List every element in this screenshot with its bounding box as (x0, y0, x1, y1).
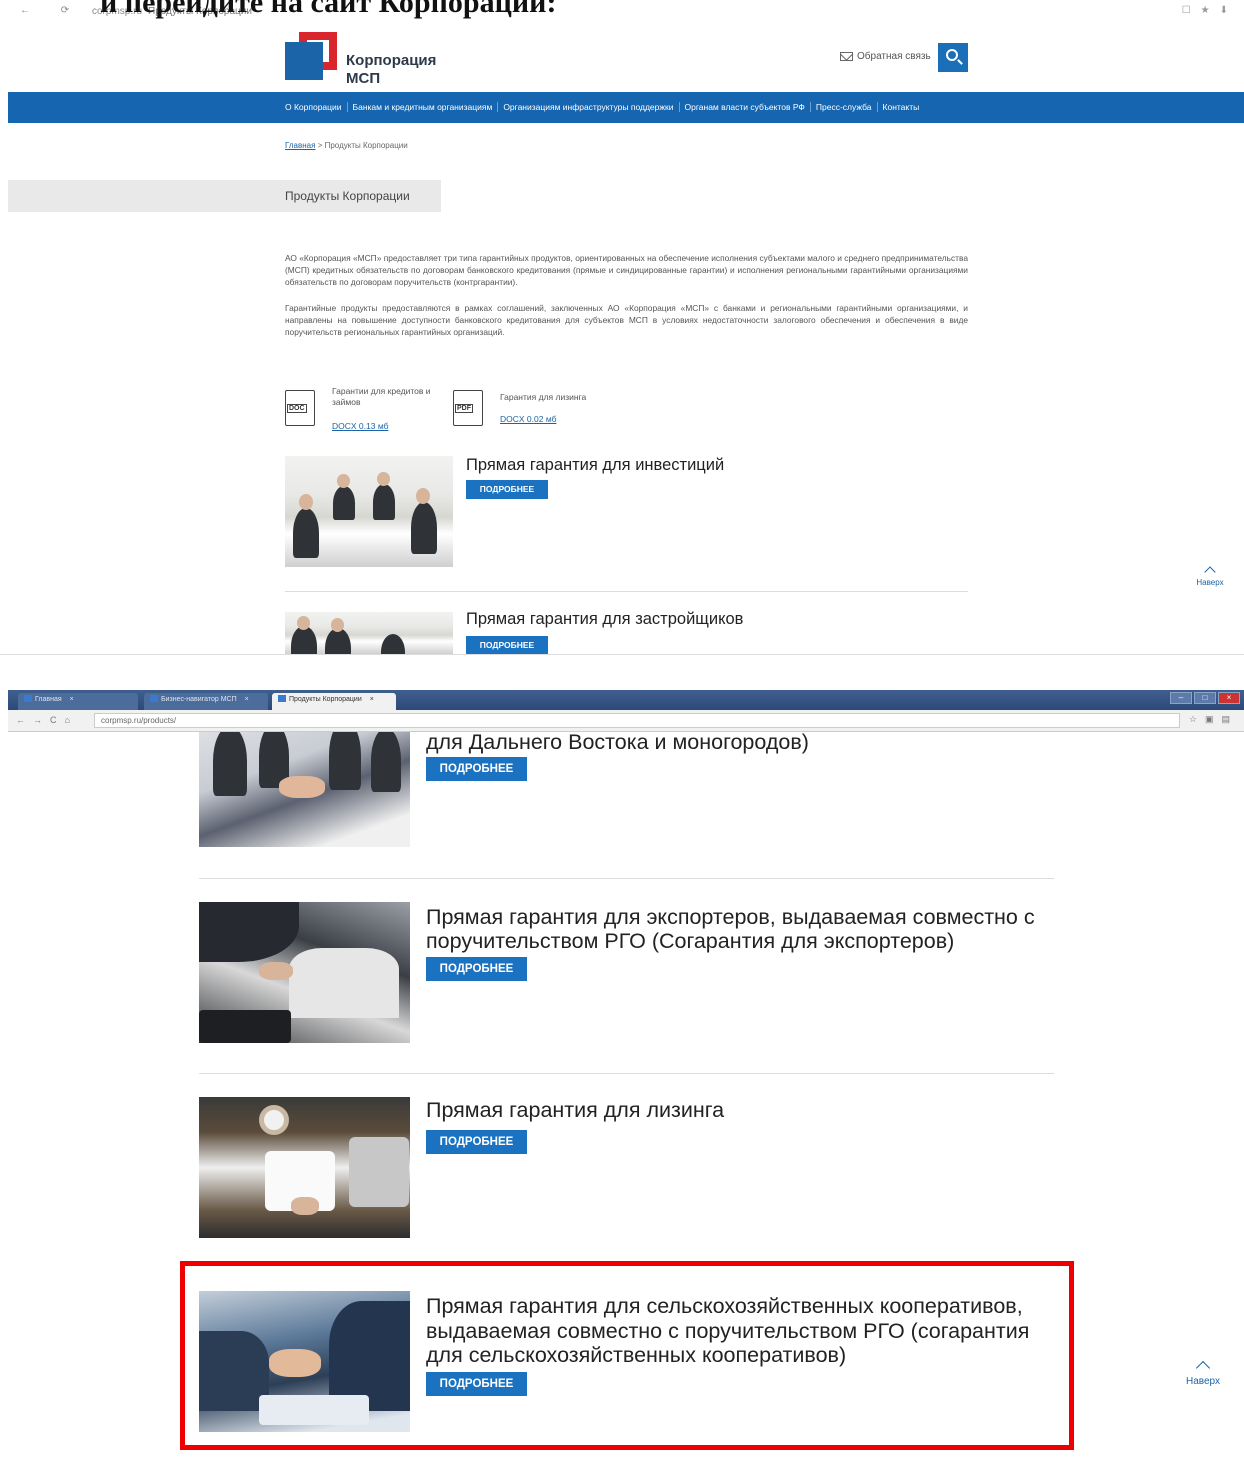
bookmark-star-icon[interactable]: ☐★⬇ (1182, 5, 1238, 16)
pdf-file-icon[interactable]: PDF (453, 390, 483, 426)
details-button[interactable]: ПОДРОБНЕЕ (426, 957, 527, 981)
tab-close-icon[interactable]: × (245, 696, 249, 703)
chevron-up-icon (1195, 1360, 1211, 1376)
details-button[interactable]: ПОДРОБНЕЕ (426, 757, 527, 781)
product-title[interactable]: Прямая гарантия для экспортеров, выдавае… (426, 905, 1066, 953)
favicon-icon (24, 695, 32, 702)
tab-home[interactable]: Главная × (18, 693, 138, 710)
file-download-link[interactable]: DOCX 0.02 мб (500, 414, 556, 424)
tab-close-icon[interactable]: × (70, 696, 74, 703)
screenshot-divider (0, 654, 1244, 655)
details-button[interactable]: ПОДРОБНЕЕ (466, 480, 548, 499)
details-button[interactable]: ПОДРОБНЕЕ (466, 636, 548, 654)
page-title: Продукты Корпорации (285, 189, 410, 203)
address-input[interactable]: corpmsp.ru/products/ (94, 713, 1180, 728)
product-title[interactable]: Прямая гарантия для лизинга (426, 1098, 1066, 1122)
nav-item-banks[interactable]: Банкам и кредитным организациям (348, 102, 499, 112)
search-button[interactable] (938, 43, 968, 72)
product-image[interactable] (285, 456, 453, 567)
intro-paragraph: АО «Корпорация «МСП» предоставляет три т… (285, 253, 968, 287)
tab-business-navigator[interactable]: Бизнес-навигатор МСП × (144, 693, 268, 710)
product-image[interactable] (285, 612, 453, 654)
product-image[interactable] (199, 732, 410, 847)
browser-tab-strip: Главная × Бизнес-навигатор МСП × Продукты … (8, 690, 1244, 710)
product-image[interactable] (199, 902, 410, 1043)
instruction-heading: и перейдите на сайт Корпорации: (100, 0, 557, 19)
highlight-box (180, 1261, 1074, 1450)
scroll-to-top[interactable]: Наверх (1192, 566, 1228, 587)
chevron-up-icon (1204, 566, 1216, 578)
envelope-icon (840, 52, 853, 61)
nav-item-press[interactable]: Пресс-служба (811, 102, 878, 112)
nav-item-infrastructure[interactable]: Организациям инфраструктуры поддержки (498, 102, 680, 112)
favicon-icon (150, 695, 158, 702)
product-title[interactable]: Прямая гарантия для застройщиков (466, 610, 743, 629)
divider (199, 1073, 1054, 1074)
scroll-to-top[interactable]: Наверх (1180, 1360, 1226, 1387)
browser-address-bar: ←→C⌂ corpmsp.ru/products/ ☆▣▤ (8, 710, 1244, 732)
favicon-icon (278, 695, 286, 702)
browser-nav-buttons[interactable]: ←→C⌂ (16, 715, 78, 725)
product-title[interactable]: Прямая гарантия для инвестиций (466, 456, 724, 475)
feedback-link[interactable]: Обратная связь (840, 51, 931, 62)
main-nav: О Корпорации Банкам и кредитным организа… (8, 92, 1244, 123)
nav-item-contacts[interactable]: Контакты (878, 102, 925, 112)
details-button[interactable]: ПОДРОБНЕЕ (426, 1130, 527, 1154)
tab-products[interactable]: Продукты Корпорации × (272, 693, 396, 710)
search-icon (946, 49, 958, 61)
minimize-icon[interactable]: – (1170, 692, 1192, 704)
divider (285, 591, 968, 592)
bookmark-star-icon[interactable]: ☆▣▤ (1189, 714, 1238, 725)
doc-file-icon[interactable]: DOC (285, 390, 315, 426)
logo[interactable] (285, 32, 340, 84)
nav-item-authorities[interactable]: Органам власти субъектов РФ (680, 102, 811, 112)
product-title[interactable]: выдаваемая совместно с поручительством Р… (426, 732, 1066, 754)
logo-text[interactable]: Корпорация МСП (346, 52, 436, 88)
file-download-link[interactable]: DOCX 0.13 мб (332, 421, 388, 431)
tab-close-icon[interactable]: × (370, 696, 374, 703)
breadcrumb: Главная > Продукты Корпорации (285, 141, 408, 150)
intro-paragraph: Гарантийные продукты предоставляются в р… (285, 303, 968, 337)
window-controls: – □ × (1170, 692, 1240, 704)
breadcrumb-home-link[interactable]: Главная (285, 141, 315, 150)
nav-item-about[interactable]: О Корпорации (285, 102, 348, 112)
close-window-icon[interactable]: × (1218, 692, 1240, 704)
divider (199, 878, 1054, 879)
browser-nav-buttons[interactable]: ← ⟳ (20, 5, 83, 16)
maximize-icon[interactable]: □ (1194, 692, 1216, 704)
product-image[interactable] (199, 1097, 410, 1238)
page-title-bar: Продукты Корпорации (8, 180, 441, 212)
